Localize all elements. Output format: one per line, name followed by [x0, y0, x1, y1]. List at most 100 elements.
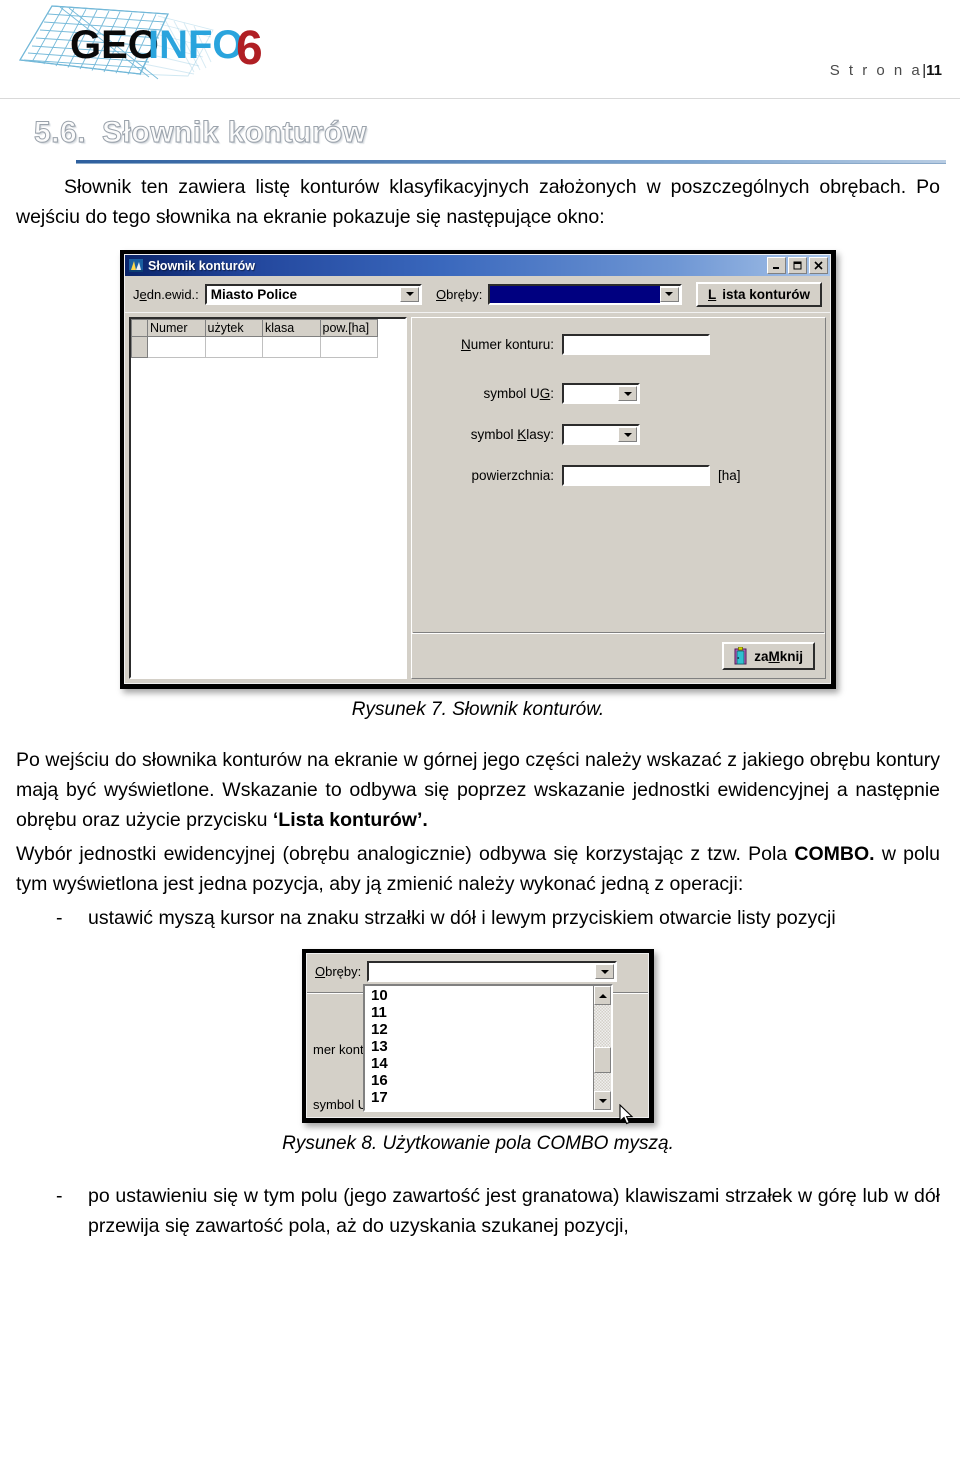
scroll-up-icon[interactable]	[594, 986, 611, 1005]
page-label: S t r o n a	[829, 62, 923, 79]
jedn-ewid-label: Jedn.ewid.:	[133, 286, 199, 302]
dropdown-item[interactable]: 13	[371, 1038, 593, 1055]
close-icon[interactable]	[809, 257, 828, 274]
column-header-numer[interactable]: Numer	[147, 319, 206, 337]
paragraph-2-bold: ‘Lista konturów’.	[272, 809, 428, 831]
list-item-label: po ustawieniu się w tym polu (jego zawar…	[88, 1185, 940, 1237]
symbol-klasy-label: symbol Klasy:	[470, 427, 554, 442]
symbol-ug-row: symbol UG:	[422, 383, 815, 404]
symbol-klasy-row: symbol Klasy:	[422, 424, 815, 445]
numer-konturu-row: Numer konturu:	[422, 334, 815, 355]
combo-row: Obręby:	[315, 961, 640, 982]
dropdown-item[interactable]: 12	[371, 1021, 593, 1038]
kontur-form: Numer konturu: symbol UG: symbol Klasy: …	[412, 318, 825, 633]
kontury-table: Numer użytek klasa pow.[ha]	[131, 319, 378, 358]
table-row[interactable]	[131, 336, 378, 358]
chevron-down-icon[interactable]	[595, 964, 615, 979]
list-dash: -	[56, 907, 63, 929]
paragraph-2-text: Po wejściu do słownika konturów na ekran…	[16, 749, 940, 831]
powierzchnia-label: powierzchnia:	[471, 468, 554, 483]
list-item-label: ustawić myszą kursor na znaku strzałki w…	[88, 907, 836, 929]
mouse-cursor	[619, 1103, 635, 1126]
section-number: 5.6.	[33, 116, 87, 150]
window-frame: Słownik konturów Jedn.ewid.: Miasto Poli…	[120, 250, 836, 689]
logo-geo-text: GEO	[70, 23, 159, 67]
symbol-klasy-value	[564, 426, 618, 443]
list-item: - ustawić myszą kursor na znaku strzałki…	[56, 903, 940, 933]
slownik-konturow-window: Słownik konturów Jedn.ewid.: Miasto Poli…	[124, 254, 831, 684]
cell-klasa[interactable]	[262, 336, 321, 358]
column-header-klasa[interactable]: klasa	[262, 319, 321, 337]
figure-8-caption: Rysunek 8. Użytkowanie pola COMBO myszą.	[282, 1133, 674, 1154]
page-header: GEO INFO 6 S t r o n a|11	[0, 0, 960, 100]
chevron-down-icon[interactable]	[618, 386, 637, 401]
figure-combo-dropdown: Obręby: mer kontur symbol U 10 11 12 13	[302, 949, 654, 1126]
logo-six-text: 6	[236, 22, 263, 75]
obreby-value	[490, 285, 660, 303]
chevron-down-icon[interactable]	[400, 286, 420, 302]
window-title: Słownik konturów	[148, 258, 255, 273]
page-number-value: 11	[926, 62, 942, 79]
symbol-klasy-combo[interactable]	[562, 424, 640, 445]
obreby-dropdown-list[interactable]: 10 11 12 13 14 16 17	[363, 984, 613, 1112]
dropdown-item[interactable]: 17	[371, 1089, 593, 1106]
section-heading-block: 5.6. Słownik konturów	[0, 116, 960, 172]
symbol-ug-label: symbol UG:	[483, 386, 554, 401]
obreby-label: Obręby:	[315, 964, 362, 979]
page-title: 5.6. Słownik konturów	[33, 116, 960, 150]
symbol-ug-combo[interactable]	[562, 383, 640, 404]
numer-konturu-label: Numer konturu:	[460, 337, 554, 352]
paragraph-2: Po wejściu do słownika konturów na ekran…	[16, 745, 940, 835]
obreby-label: Obręby:	[436, 286, 483, 302]
logo-info-text: INFO	[148, 23, 244, 67]
zamknij-button-label: zaMknij	[754, 648, 803, 664]
dropdown-item[interactable]: 14	[371, 1055, 593, 1072]
obreby-value	[369, 963, 595, 980]
header-divider	[0, 98, 960, 99]
dropdown-item[interactable]: 10	[371, 987, 593, 1004]
intro-paragraph: Słownik ten zawiera listę konturów klasy…	[16, 176, 940, 228]
scrollbar-track[interactable]	[594, 1005, 611, 1091]
maximize-icon[interactable]	[788, 257, 807, 274]
scrollbar-thumb[interactable]	[594, 1047, 611, 1073]
section-title: Słownik konturów	[102, 116, 367, 150]
window-toolbar: Jedn.ewid.: Miasto Police Obręby: Lista …	[125, 276, 830, 343]
app-icon	[128, 258, 144, 273]
powierzchnia-unit: [ha]	[718, 468, 741, 483]
figure-slownik-konturow: Słownik konturów Jedn.ewid.: Miasto Poli…	[120, 250, 836, 689]
combo-window-frame: Obręby: mer kontur symbol U 10 11 12 13	[302, 949, 654, 1126]
obreby-combo[interactable]	[367, 961, 618, 982]
list-item: - po ustawieniu się w tym polu (jego zaw…	[56, 1181, 940, 1241]
powierzchnia-input[interactable]	[562, 465, 710, 486]
symbol-ug-value	[564, 385, 618, 402]
cell-numer[interactable]	[147, 336, 206, 358]
powierzchnia-row: powierzchnia: [ha]	[422, 465, 815, 486]
obreby-combo[interactable]	[488, 283, 682, 305]
jedn-ewid-value: Miasto Police	[210, 286, 298, 302]
cell-uzytek[interactable]	[204, 336, 263, 358]
kontury-grid-pane[interactable]: Numer użytek klasa pow.[ha]	[129, 317, 407, 679]
scroll-down-icon[interactable]	[594, 1091, 611, 1110]
symbol-ug-label-partial: symbol U	[313, 1097, 368, 1112]
dropdown-item[interactable]: 11	[371, 1004, 593, 1021]
lista-konturow-button[interactable]: Lista konturów	[695, 281, 822, 307]
dropdown-item[interactable]: 16	[371, 1072, 593, 1089]
row-selector-cell[interactable]	[131, 336, 148, 358]
chevron-down-icon[interactable]	[659, 286, 679, 302]
table-header-row: Numer użytek klasa pow.[ha]	[131, 319, 378, 337]
section-underline	[76, 160, 946, 164]
minimize-icon[interactable]	[767, 257, 786, 274]
paragraph-3-bold: COMBO.	[794, 843, 875, 865]
cell-pow[interactable]	[319, 336, 378, 358]
column-header-pow[interactable]: pow.[ha]	[319, 319, 378, 337]
chevron-down-icon[interactable]	[618, 427, 637, 442]
window-controls	[767, 257, 828, 274]
jedn-ewid-combo[interactable]: Miasto Police	[204, 283, 423, 305]
geoinfo-logo: GEO INFO 6	[8, 2, 288, 92]
list-dash: -	[56, 1185, 63, 1207]
column-header-uzytek[interactable]: użytek	[204, 319, 263, 337]
dropdown-scrollbar[interactable]	[593, 986, 611, 1110]
numer-konturu-input[interactable]	[562, 334, 710, 355]
zamknij-button[interactable]: zaMknij	[722, 642, 815, 670]
kontur-detail-pane: Numer konturu: symbol UG: symbol Klasy: …	[411, 317, 826, 679]
